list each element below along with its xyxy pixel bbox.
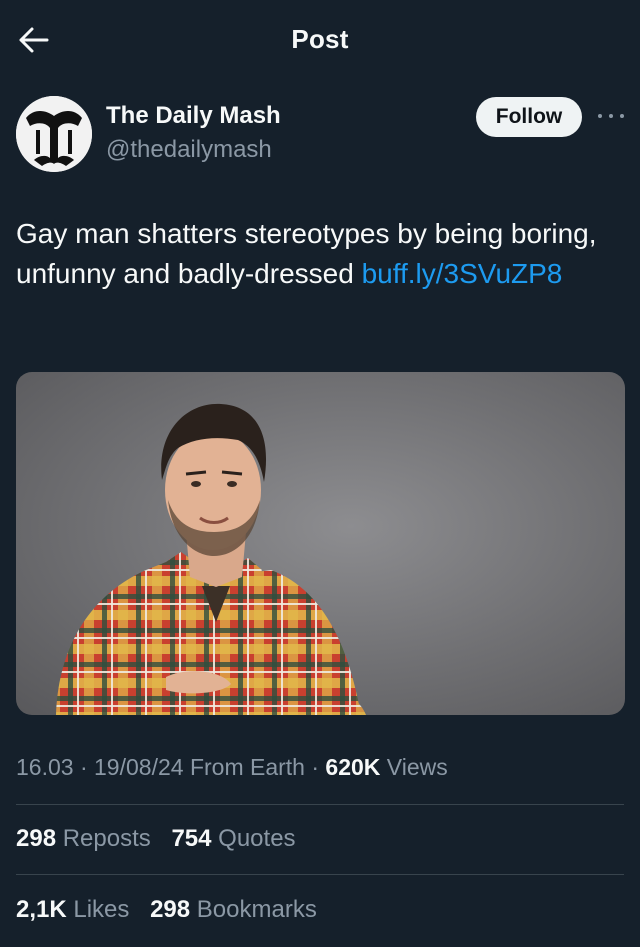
separator: ·: [73, 754, 95, 780]
bookmarks-stat[interactable]: 298 Bookmarks: [150, 896, 317, 923]
likes-stat[interactable]: 2,1K Likes: [16, 896, 129, 923]
quotes-stat[interactable]: 754 Quotes: [171, 825, 295, 852]
author-row: The Daily Mash @thedailymash Follow: [16, 96, 624, 176]
divider: [16, 804, 624, 805]
newspaper-logo-icon: [16, 96, 92, 172]
likes-count: 2,1K: [16, 896, 67, 923]
post-time: 16.03: [16, 754, 74, 780]
tweet-image[interactable]: [16, 372, 625, 715]
views-count[interactable]: 620K: [325, 754, 380, 780]
photo-of-man-in-plaid-shirt: [56, 403, 366, 715]
likes-label: Likes: [73, 896, 130, 923]
more-horizontal-icon: [598, 114, 602, 118]
post-date: 19/08/24: [94, 754, 184, 780]
bookmarks-count: 298: [150, 896, 191, 923]
divider: [16, 874, 624, 875]
stats-row-reposts-quotes: 298 Reposts 754 Quotes: [16, 825, 310, 853]
more-horizontal-icon: [620, 114, 624, 118]
page-title: Post: [291, 24, 349, 54]
reposts-stat[interactable]: 298 Reposts: [16, 825, 151, 852]
follow-button[interactable]: Follow: [476, 97, 582, 137]
author-handle[interactable]: @thedailymash: [106, 136, 272, 164]
top-bar: Post: [0, 0, 640, 78]
separator: ·: [304, 754, 326, 780]
reposts-count: 298: [16, 825, 57, 852]
reposts-label: Reposts: [62, 825, 151, 852]
post-meta: 16.03 · 19/08/24 From Earth · 620K Views: [16, 754, 448, 781]
stats-row-likes-bookmarks: 2,1K Likes 298 Bookmarks: [16, 896, 331, 924]
quotes-label: Quotes: [218, 825, 296, 852]
bookmarks-label: Bookmarks: [196, 896, 317, 923]
post-source: From Earth: [189, 754, 305, 780]
tweet-link[interactable]: buff.ly/3SVuZP8: [362, 258, 563, 289]
author-name[interactable]: The Daily Mash: [106, 102, 281, 130]
more-options-button[interactable]: [598, 106, 624, 126]
tweet-text: Gay man shatters stereotypes by being bo…: [16, 214, 616, 294]
views-label: Views: [386, 754, 448, 780]
quotes-count: 754: [171, 825, 212, 852]
avatar[interactable]: [16, 96, 92, 172]
more-horizontal-icon: [609, 114, 613, 118]
